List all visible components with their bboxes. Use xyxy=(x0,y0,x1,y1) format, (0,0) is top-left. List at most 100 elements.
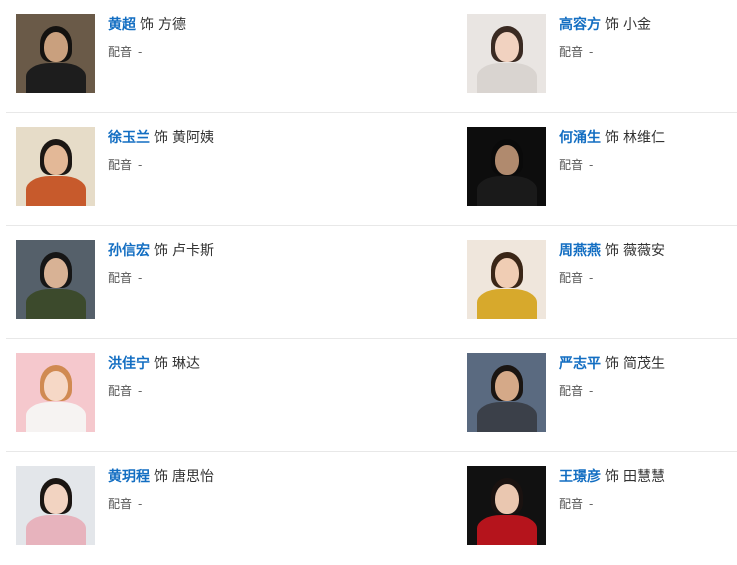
actor-photo[interactable] xyxy=(467,353,546,432)
role-name: 薇薇安 xyxy=(623,243,665,259)
cast-card: 孙信宏饰卢卡斯 配音 - xyxy=(0,226,360,339)
role-name: 小金 xyxy=(623,17,651,33)
cast-row: 孙信宏饰卢卡斯 配音 - 周燕燕饰薇薇安 配音 - xyxy=(0,226,737,339)
dub-label: 配音 xyxy=(559,158,584,172)
dub-line: 配音 - xyxy=(559,381,665,401)
photo-body xyxy=(476,289,537,319)
cast-title-line: 严志平饰简茂生 xyxy=(559,353,665,375)
cast-title-line: 何涌生饰林维仁 xyxy=(559,127,665,149)
dub-value: - xyxy=(138,158,143,172)
photo-face xyxy=(494,145,519,175)
role-name: 方德 xyxy=(158,17,186,33)
dub-line: 配音 - xyxy=(108,42,186,62)
actor-name-link[interactable]: 高容方 xyxy=(559,17,601,33)
actor-photo[interactable] xyxy=(16,466,95,545)
as-label: 饰 xyxy=(140,17,154,33)
dub-label: 配音 xyxy=(108,497,133,511)
actor-name-link[interactable]: 王璟彦 xyxy=(559,469,601,485)
dub-value: - xyxy=(138,271,143,285)
cast-card: 洪佳宁饰琳达 配音 - xyxy=(0,339,360,452)
actor-name-link[interactable]: 周燕燕 xyxy=(559,243,601,259)
photo-body xyxy=(476,63,537,93)
actor-photo[interactable] xyxy=(467,127,546,206)
photo-body xyxy=(25,402,86,432)
actor-photo[interactable] xyxy=(16,14,95,93)
dub-value: - xyxy=(589,384,594,398)
dub-label: 配音 xyxy=(559,384,584,398)
photo-face xyxy=(43,371,68,401)
cast-info: 孙信宏饰卢卡斯 配音 - xyxy=(108,240,214,288)
photo-face xyxy=(494,258,519,288)
cast-info: 严志平饰简茂生 配音 - xyxy=(559,353,665,401)
dub-line: 配音 - xyxy=(559,42,651,62)
actor-name-link[interactable]: 严志平 xyxy=(559,356,601,372)
role-name: 卢卡斯 xyxy=(172,243,214,259)
dub-value: - xyxy=(589,271,594,285)
cast-card: 黄玥程饰唐思怡 配音 - xyxy=(0,452,360,565)
photo-body xyxy=(25,289,86,319)
photo-face xyxy=(494,484,519,514)
cast-card: 徐玉兰饰黄阿姨 配音 - xyxy=(0,113,360,226)
actor-name-link[interactable]: 黄玥程 xyxy=(108,469,150,485)
role-name: 琳达 xyxy=(172,356,200,372)
cast-info: 洪佳宁饰琳达 配音 - xyxy=(108,353,200,401)
cast-info: 黄超饰方德 配音 - xyxy=(108,14,186,62)
role-name: 黄阿姨 xyxy=(172,130,214,146)
dub-value: - xyxy=(589,158,594,172)
actor-photo[interactable] xyxy=(16,240,95,319)
cast-info: 王璟彦饰田慧慧 配音 - xyxy=(559,466,665,514)
dub-line: 配音 - xyxy=(108,268,214,288)
dub-value: - xyxy=(589,45,594,59)
photo-body xyxy=(25,63,86,93)
as-label: 饰 xyxy=(154,130,168,146)
cast-title-line: 周燕燕饰薇薇安 xyxy=(559,240,665,262)
dub-value: - xyxy=(138,45,143,59)
actor-photo[interactable] xyxy=(16,353,95,432)
dub-line: 配音 - xyxy=(559,268,665,288)
as-label: 饰 xyxy=(605,17,619,33)
actor-name-link[interactable]: 孙信宏 xyxy=(108,243,150,259)
cast-row: 洪佳宁饰琳达 配音 - 严志平饰简茂生 配音 - xyxy=(0,339,737,452)
cast-title-line: 高容方饰小金 xyxy=(559,14,651,36)
cast-info: 周燕燕饰薇薇安 配音 - xyxy=(559,240,665,288)
actor-name-link[interactable]: 黄超 xyxy=(108,17,136,33)
cast-card: 何涌生饰林维仁 配音 - xyxy=(451,113,737,226)
actor-photo[interactable] xyxy=(467,240,546,319)
cast-card: 王璟彦饰田慧慧 配音 - xyxy=(451,452,737,565)
cast-card: 高容方饰小金 配音 - xyxy=(451,0,737,113)
actor-photo[interactable] xyxy=(16,127,95,206)
cast-title-line: 黄玥程饰唐思怡 xyxy=(108,466,214,488)
photo-face xyxy=(494,32,519,62)
dub-value: - xyxy=(138,384,143,398)
actor-photo[interactable] xyxy=(467,466,546,545)
cast-info: 高容方饰小金 配音 - xyxy=(559,14,651,62)
dub-label: 配音 xyxy=(559,271,584,285)
as-label: 饰 xyxy=(154,243,168,259)
actor-photo[interactable] xyxy=(467,14,546,93)
cast-title-line: 洪佳宁饰琳达 xyxy=(108,353,200,375)
actor-name-link[interactable]: 何涌生 xyxy=(559,130,601,146)
cast-card: 黄超饰方德 配音 - xyxy=(0,0,360,113)
photo-body xyxy=(476,402,537,432)
as-label: 饰 xyxy=(605,243,619,259)
dub-value: - xyxy=(589,497,594,511)
as-label: 饰 xyxy=(154,469,168,485)
dub-line: 配音 - xyxy=(559,494,665,514)
dub-value: - xyxy=(138,497,143,511)
role-name: 简茂生 xyxy=(623,356,665,372)
role-name: 林维仁 xyxy=(623,130,665,146)
cast-title-line: 王璟彦饰田慧慧 xyxy=(559,466,665,488)
actor-name-link[interactable]: 洪佳宁 xyxy=(108,356,150,372)
role-name: 唐思怡 xyxy=(172,469,214,485)
dub-line: 配音 - xyxy=(559,155,665,175)
photo-face xyxy=(43,484,68,514)
cast-row: 黄超饰方德 配音 - 高容方饰小金 配音 - xyxy=(0,0,737,113)
dub-line: 配音 - xyxy=(108,494,214,514)
cast-title-line: 徐玉兰饰黄阿姨 xyxy=(108,127,214,149)
as-label: 饰 xyxy=(605,469,619,485)
actor-name-link[interactable]: 徐玉兰 xyxy=(108,130,150,146)
cast-card: 周燕燕饰薇薇安 配音 - xyxy=(451,226,737,339)
photo-body xyxy=(25,515,86,545)
dub-line: 配音 - xyxy=(108,381,200,401)
dub-label: 配音 xyxy=(108,158,133,172)
